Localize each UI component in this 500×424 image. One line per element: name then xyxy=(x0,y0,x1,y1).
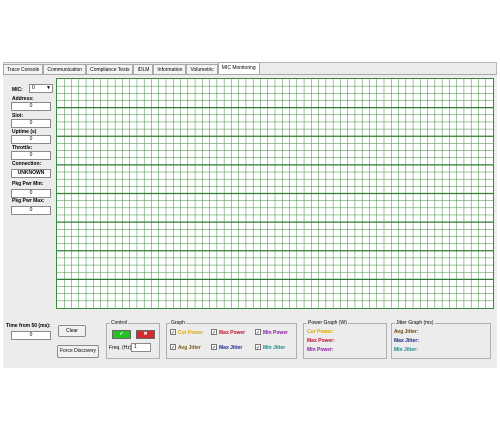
graph-grid xyxy=(57,79,493,308)
max-power-checkbox[interactable]: ✓ xyxy=(211,329,217,336)
cur-power-label: Cur Power xyxy=(178,330,204,336)
start-toggle-led[interactable]: ✔ xyxy=(112,330,131,339)
min-jitter-checkbox[interactable]: ✓ xyxy=(255,344,261,351)
uptime-value: 0 xyxy=(11,135,51,144)
pkg-pwr-max-label: Pkg Pwr Max: xyxy=(12,198,45,204)
cur-power-checkbox[interactable]: ✓ xyxy=(170,329,176,336)
min-power-checkbox[interactable]: ✓ xyxy=(255,329,261,336)
stop-toggle-led[interactable]: ✖ xyxy=(136,330,155,339)
force-discovery-button[interactable]: Force Discovery xyxy=(57,345,99,358)
slot-value: 0 xyxy=(11,119,51,128)
mic-label: MIC: xyxy=(12,87,23,93)
mic-select-value: 0 xyxy=(32,85,35,91)
pkg-pwr-max-value: 0 xyxy=(11,206,51,215)
max-jitter-label: Max Jitter xyxy=(219,345,243,351)
freq-label: Freq. (Hz) xyxy=(109,345,132,351)
power-graph-cur: Cur Power: xyxy=(307,329,334,335)
tab-bar: Trace Console Communication Compliance T… xyxy=(3,62,260,75)
clear-button[interactable]: Clear xyxy=(58,325,86,337)
throttle-value: 0 xyxy=(11,151,51,160)
pkg-pwr-min-label: Pkg Pwr Min: xyxy=(12,181,44,187)
graph-group: Graph xyxy=(166,320,297,359)
mic-select[interactable]: 0 ▼ xyxy=(29,84,53,93)
control-group-title: Control xyxy=(110,320,129,326)
jitter-graph-max: Max Jitter: xyxy=(394,338,420,344)
power-graph-min: Min Power: xyxy=(307,347,334,353)
monitoring-graph xyxy=(56,78,494,309)
freq-input[interactable]: 1 xyxy=(131,343,151,352)
pkg-pwr-min-value: 0 xyxy=(11,189,51,198)
connection-label: Connection: xyxy=(12,161,42,167)
power-graph-max: Max Power: xyxy=(307,338,335,344)
max-power-label: Max Power xyxy=(219,330,246,336)
graph-group-title: Graph xyxy=(170,320,186,326)
avg-jitter-label: Avg Jitter xyxy=(178,345,201,351)
min-power-label: Min Power xyxy=(263,330,289,336)
jitter-graph-min: Min Jitter: xyxy=(394,347,418,353)
jitter-graph-avg: Avg Jitter: xyxy=(394,329,419,335)
address-value: 0 xyxy=(11,102,51,111)
max-jitter-checkbox[interactable]: ✓ xyxy=(211,344,217,351)
control-group: Control xyxy=(106,320,160,359)
connection-value: UNKNOWN xyxy=(11,169,51,178)
min-jitter-label: Min Jitter xyxy=(263,345,286,351)
avg-jitter-checkbox[interactable]: ✓ xyxy=(170,344,176,351)
time-value: 0 xyxy=(11,331,51,340)
chevron-down-icon: ▼ xyxy=(46,85,51,91)
jitter-graph-title: Jitter Graph (ms) xyxy=(395,320,435,326)
power-graph-title: Power Graph (W) xyxy=(307,320,348,326)
time-label: Time from 50 (ms): xyxy=(6,323,51,329)
